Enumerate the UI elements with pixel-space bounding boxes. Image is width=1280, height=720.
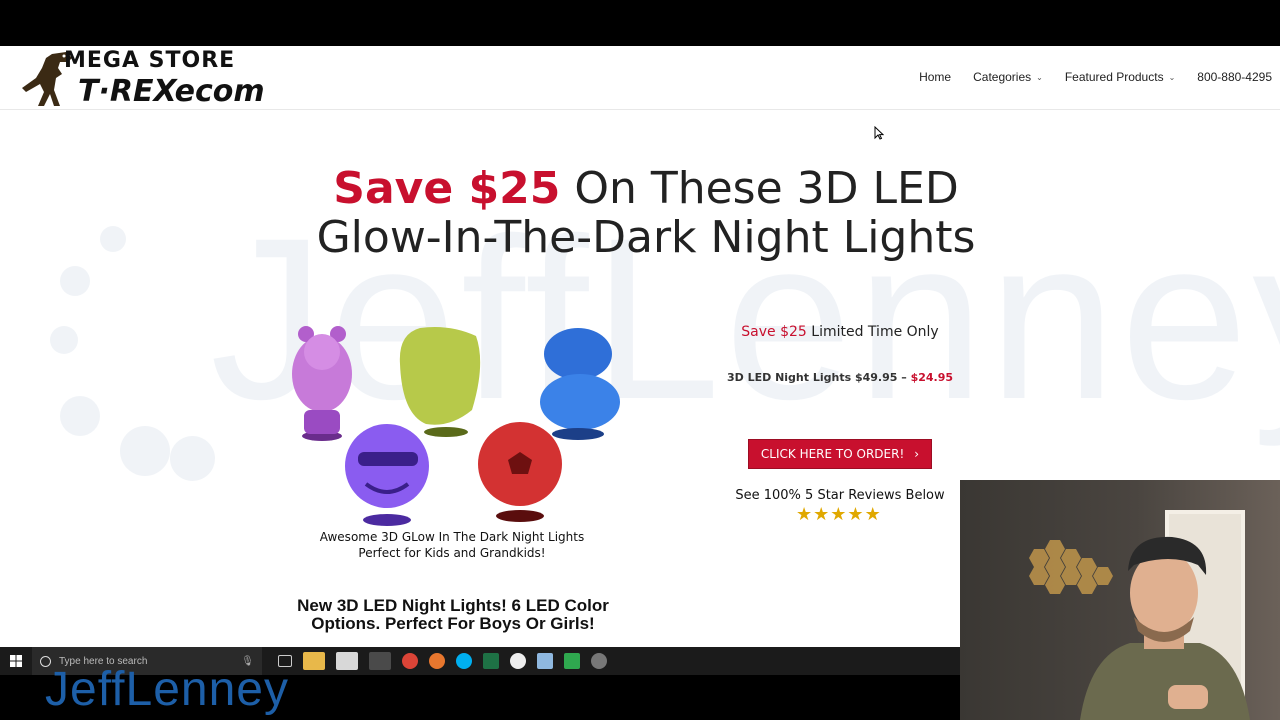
nav-featured-products[interactable]: Featured Products ⌄	[1065, 70, 1175, 84]
caption-line-1: Awesome 3D GLow In The Dark Night Lights	[319, 530, 585, 544]
image-caption: Awesome 3D GLow In The Dark Night Lights…	[290, 529, 614, 561]
star-icon: ★	[830, 504, 847, 524]
offer-heading: Save $25 Limited Time Only	[700, 324, 980, 340]
headline-save: Save $25	[333, 163, 561, 214]
price-label: 3D LED Night Lights $49.95 –	[726, 371, 911, 384]
site-header: MEGA STORE T·REXecom Home Categories ⌄ Fe…	[0, 46, 1280, 110]
star-icon: ★	[864, 504, 881, 524]
presenter	[1080, 536, 1250, 720]
offer-rest: Limited Time Only	[806, 324, 939, 340]
file-explorer-icon[interactable]	[302, 652, 325, 670]
store-icon[interactable]	[335, 652, 358, 670]
star-rating: ★ ★ ★ ★ ★	[796, 505, 881, 523]
nav-phone[interactable]: 800-880-4295	[1197, 70, 1272, 84]
star-icon: ★	[813, 504, 830, 524]
mouse-cursor-icon	[874, 126, 884, 140]
chrome-icon[interactable]	[401, 653, 418, 669]
windows-icon	[10, 655, 22, 667]
headline-rest-2: Glow-In-The-Dark Night Lights	[316, 212, 976, 263]
price-line: 3D LED Night Lights $49.95 – $24.95	[700, 371, 980, 384]
chevron-down-icon: ⌄	[1168, 72, 1176, 82]
logo-bottom-text: T·REXecom	[78, 74, 265, 109]
nav-phone-label: 800-880-4295	[1197, 70, 1272, 84]
start-button[interactable]	[0, 647, 32, 675]
hero-headline: Save $25 On These 3D LED Glow-In-The-Dar…	[0, 164, 1280, 262]
logo-top-text: MEGA STORE	[64, 48, 236, 73]
sale-price: $24.95	[910, 371, 954, 384]
offer-save: Save $25	[741, 324, 807, 340]
order-button-label: CLICK HERE TO ORDER!	[760, 447, 905, 461]
caption-line-2: Perfect for Kids and Grandkids!	[358, 546, 546, 560]
chevron-down-icon: ⌄	[1036, 72, 1043, 82]
order-button[interactable]: CLICK HERE TO ORDER! ›	[748, 439, 932, 469]
reviews-link-text[interactable]: See 100% 5 Star Reviews Below	[700, 488, 980, 503]
headline-rest-1: On These 3D LED	[560, 163, 959, 214]
settings-icon[interactable]	[590, 653, 607, 669]
top-black-bar	[0, 0, 1280, 46]
product-subhead: New 3D LED Night Lights! 6 LED Color Opt…	[270, 597, 636, 633]
sheets-icon[interactable]	[563, 653, 580, 669]
star-icon: ★	[796, 504, 813, 524]
chevron-right-icon: ›	[914, 447, 920, 461]
firefox-icon[interactable]	[428, 653, 445, 669]
skype-icon[interactable]	[455, 653, 472, 669]
nav-home[interactable]: Home	[919, 70, 951, 84]
nav-featured-label: Featured Products	[1064, 70, 1164, 84]
subhead-line-2: Options. Perfect For Boys Or Girls!	[311, 614, 595, 633]
nav-home-label: Home	[919, 70, 952, 84]
media-player-icon[interactable]	[368, 652, 391, 670]
nav-categories-label: Categories	[973, 70, 1032, 84]
store-logo[interactable]: MEGA STORE T·REXecom	[22, 48, 312, 109]
excel-icon[interactable]	[482, 653, 499, 669]
night-lights-image	[292, 326, 620, 526]
taskbar-apps	[272, 652, 612, 670]
subhead-line-1: New 3D LED Night Lights! 6 LED Color	[297, 596, 609, 615]
main-nav: Home Categories ⌄ Featured Products ⌄ 800-…	[897, 70, 1272, 84]
app-icon[interactable]	[536, 653, 553, 669]
webcam-overlay	[960, 480, 1280, 720]
itunes-icon[interactable]	[509, 653, 526, 669]
brand-overlay: JeffLenney	[45, 663, 289, 716]
nav-categories[interactable]: Categories ⌄	[973, 70, 1043, 84]
star-icon: ★	[847, 504, 864, 524]
